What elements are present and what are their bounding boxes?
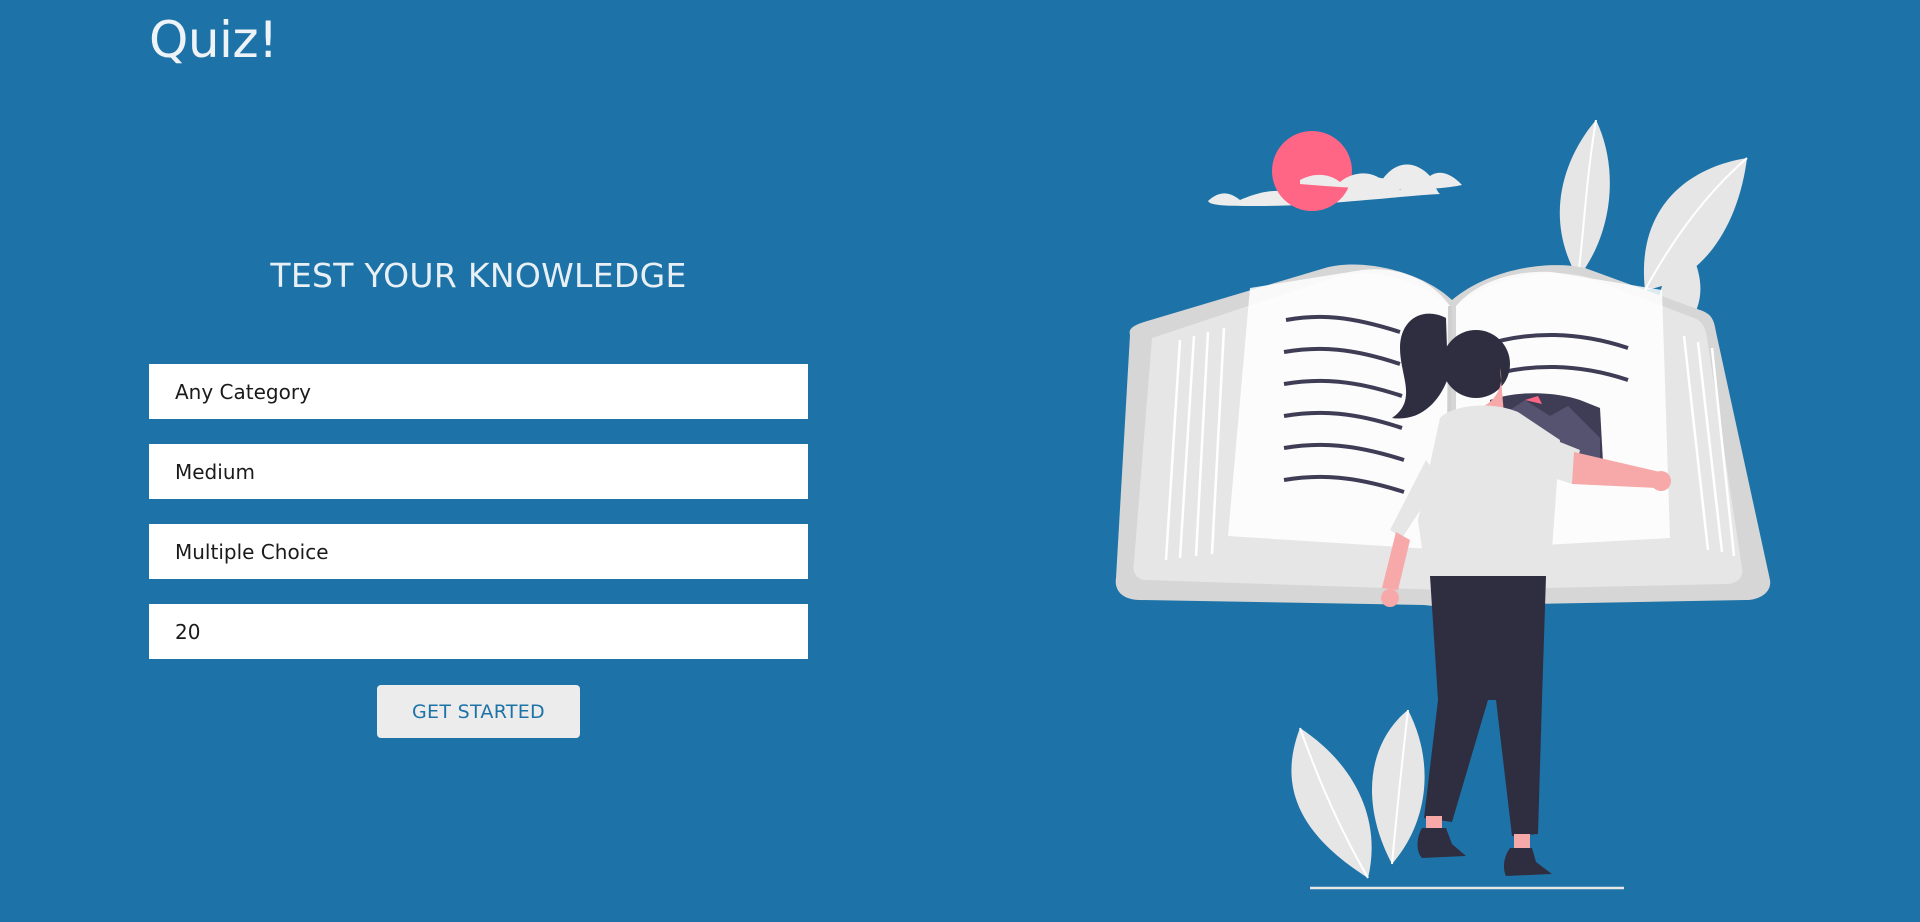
question-type-select-value: Multiple Choice — [175, 539, 329, 564]
get-started-button[interactable]: GET STARTED — [377, 685, 580, 738]
reading-woman-illustration — [1115, 119, 1771, 890]
question-amount-input[interactable]: 20 — [149, 604, 808, 659]
category-select-value: Any Category — [175, 379, 311, 404]
category-select[interactable]: Any Category — [149, 364, 808, 419]
difficulty-select-value: Medium — [175, 459, 255, 484]
quiz-setup-page: Quiz! TEST YOUR KNOWLEDGE Any Category M… — [0, 0, 1920, 922]
difficulty-select[interactable]: Medium — [149, 444, 808, 499]
app-logo: Quiz! — [149, 11, 278, 69]
question-amount-value: 20 — [175, 619, 201, 644]
question-type-select[interactable]: Multiple Choice — [149, 524, 808, 579]
leaf-bottom-left-icon — [1291, 709, 1425, 879]
page-headline: TEST YOUR KNOWLEDGE — [270, 256, 687, 295]
sun-icon — [1272, 131, 1352, 211]
